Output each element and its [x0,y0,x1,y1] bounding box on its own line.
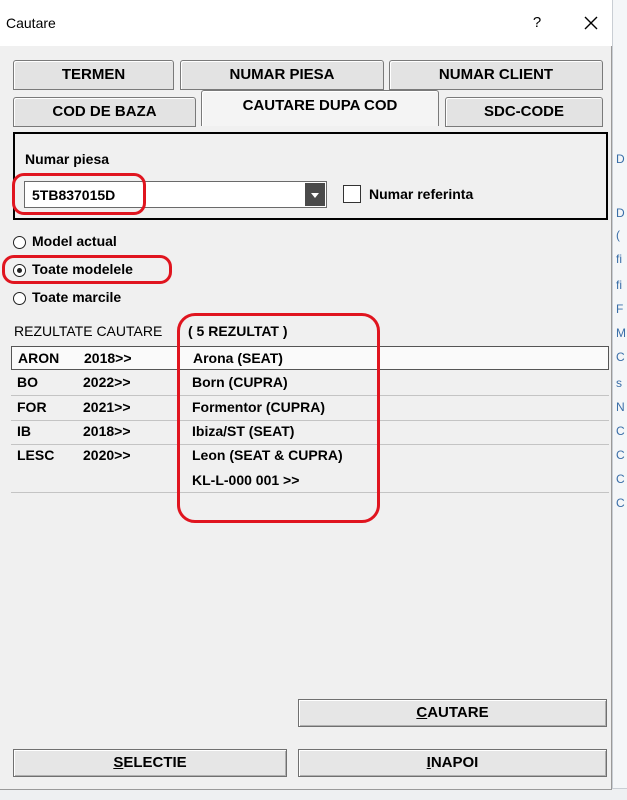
model-name: Arona (SEAT) [193,350,283,366]
back-button[interactable]: INAPOI [298,749,607,777]
model-name: Born (CUPRA) [192,374,288,390]
background-text: C [616,424,625,438]
model-code: IB [17,423,31,439]
model-name: Leon (SEAT & CUPRA) [192,447,343,463]
tab-cautare-dupa-cod[interactable]: CAUTARE DUPA COD [201,90,439,126]
background-text: N [616,400,625,414]
background-text: D [616,152,625,166]
row-divider [11,492,609,493]
background-text: fi [616,252,622,266]
model-year: 2022>> [83,374,131,390]
model-name: Formentor (CUPRA) [192,399,325,415]
tab-cod-de-baza[interactable]: COD DE BAZA [13,97,196,127]
model-code: ARON [18,350,60,366]
dropdown-button[interactable] [305,183,325,206]
background-text: D [616,206,625,220]
background-text: M [616,326,626,340]
radio-toate-marcile[interactable] [13,292,26,305]
background-text: C [616,448,625,462]
close-button[interactable] [578,10,604,36]
table-row[interactable]: BO 2022>> Born (CUPRA) [11,371,609,395]
search-dialog: Cautare ? TERMEN NUMAR PIESA NUMAR CLIEN… [0,0,612,790]
tab-numar-client[interactable]: NUMAR CLIENT [389,60,603,90]
background-text: s [616,376,622,390]
model-name: Ibiza/ST (SEAT) [192,423,295,439]
reference-number-checkbox[interactable] [343,185,361,203]
title-bar: Cautare ? [0,0,612,46]
background-text: F [616,302,624,316]
search-button[interactable]: CAUTARE [298,699,607,727]
model-code: LESC [17,447,55,463]
results-header: REZULTATE CAUTARE [14,323,163,339]
model-code: FOR [17,399,47,415]
radio-selected-dot [16,267,22,273]
radio-toate-modelele[interactable] [13,264,26,277]
background-text: C [616,472,625,486]
reference-number-label: Numar referinta [369,186,474,202]
background-text: fi [616,278,622,292]
help-button[interactable]: ? [524,10,550,36]
tab-numar-piesa[interactable]: NUMAR PIESA [180,60,384,90]
background-text: C [616,350,625,364]
background-text: ( [616,228,620,242]
results-count: ( 5 REZULTAT ) [188,323,288,339]
select-button[interactable]: SELECTIE [13,749,287,777]
tab-sdc-code[interactable]: SDC-CODE [445,97,603,127]
model-year: 2020>> [83,447,131,463]
close-icon [584,16,598,30]
model-extra-line: KL-L-000 001 >> [192,472,300,488]
part-number-label: Numar piesa [25,151,110,167]
background-app-edge: D D ( fi fi F M C s N C C C C [612,0,627,800]
part-number-combobox[interactable]: 5TB837015D [24,181,327,208]
chevron-down-icon [311,193,319,198]
model-code: BO [17,374,38,390]
model-year: 2018>> [84,350,132,366]
radio-toate-marcile-label: Toate marcile [32,289,122,305]
radio-toate-modelele-label: Toate modelele [32,261,133,277]
radio-model-actual[interactable] [13,236,26,249]
background-text: C [616,496,625,510]
part-number-value: 5TB837015D [32,187,116,203]
table-row[interactable]: ARON 2018>> Arona (SEAT) [11,346,609,370]
table-row[interactable]: IB 2018>> Ibiza/ST (SEAT) [11,420,609,444]
table-row[interactable]: FOR 2021>> Formentor (CUPRA) [11,396,609,420]
tab-termen[interactable]: TERMEN [13,60,174,90]
model-year: 2018>> [83,423,131,439]
radio-model-actual-label: Model actual [32,233,117,249]
table-row[interactable]: LESC 2020>> Leon (SEAT & CUPRA) KL-L-000… [11,444,609,492]
window-title: Cautare [6,15,56,31]
model-year: 2021>> [83,399,131,415]
